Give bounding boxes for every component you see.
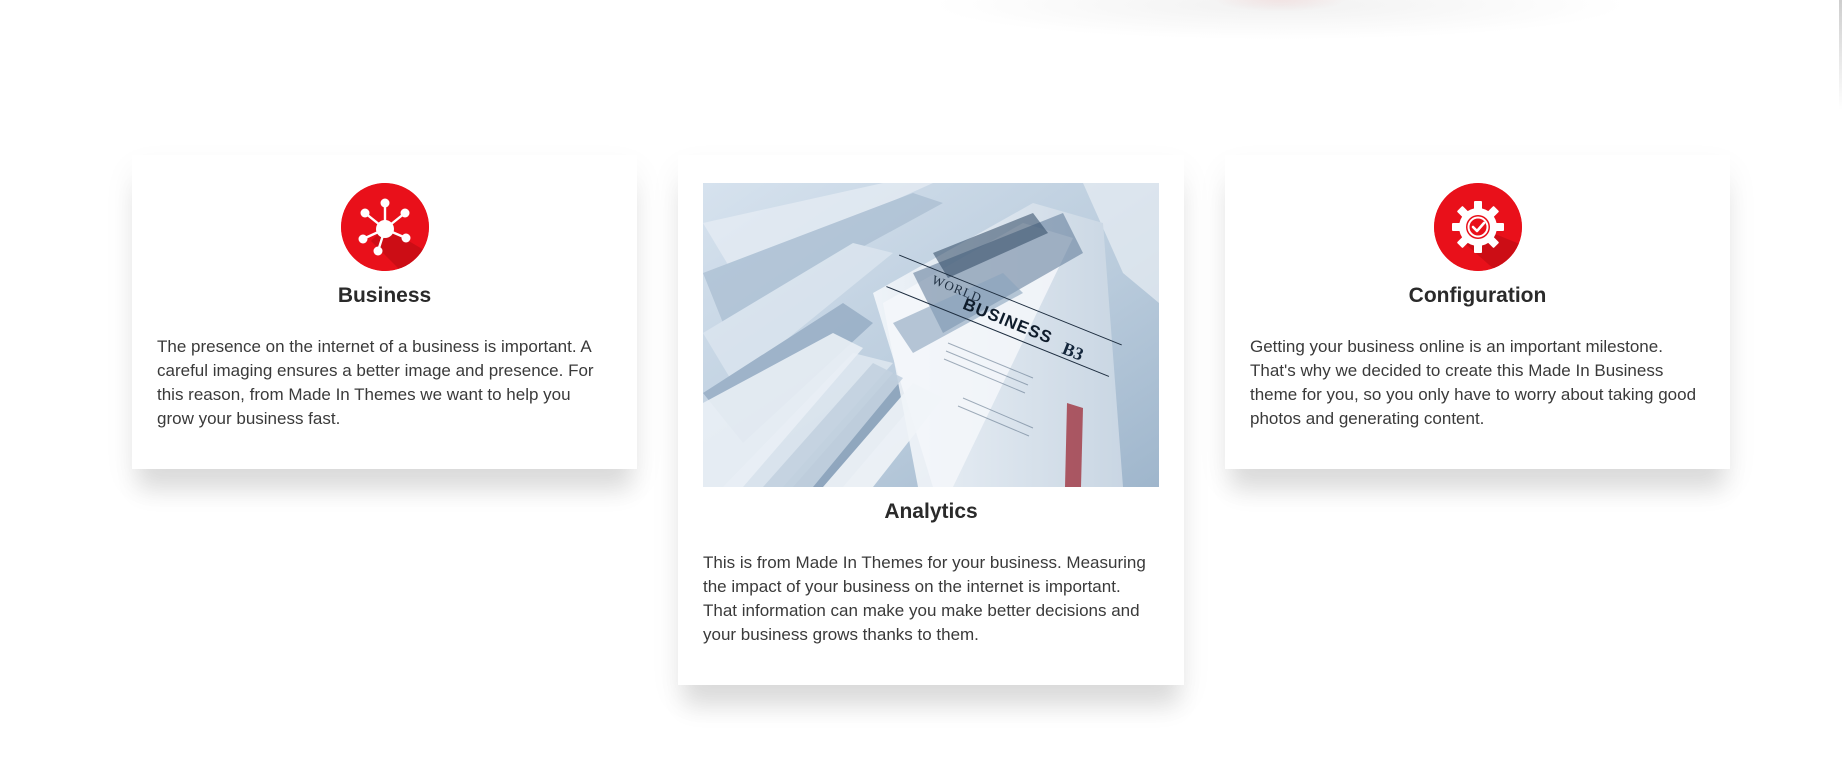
hero-fade-remnant	[930, 0, 1630, 40]
feature-title: Analytics	[884, 500, 978, 523]
newspaper-photo: WORLD BUSINESS B3	[703, 183, 1159, 487]
gear-check-icon	[1433, 183, 1522, 271]
feature-title: Configuration	[1408, 284, 1547, 307]
feature-card-configuration: Configuration Getting your business onli…	[1225, 155, 1730, 469]
feature-card-analytics: WORLD BUSINESS B3 Analytics This is from…	[678, 155, 1184, 685]
network-icon	[340, 183, 429, 271]
features-section: Business The presence on the internet of…	[0, 0, 1842, 763]
feature-card-business: Business The presence on the internet of…	[132, 155, 637, 469]
feature-title: Business	[337, 284, 432, 307]
feature-description: Getting your business online is an impor…	[1250, 337, 1697, 428]
feature-description: The presence on the internet of a busine…	[157, 337, 594, 428]
feature-description: This is from Made In Themes for your bus…	[703, 553, 1146, 644]
hero-fade-accent	[1210, 0, 1350, 12]
